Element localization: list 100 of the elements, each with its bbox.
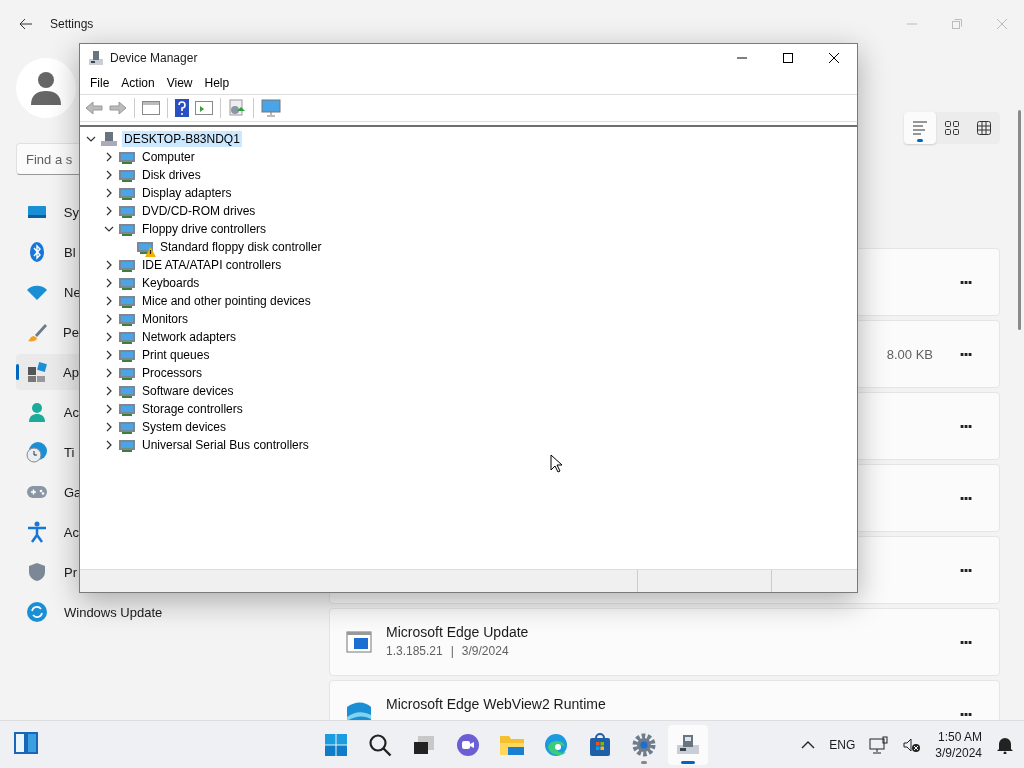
- tree-item[interactable]: Software devices: [140, 383, 236, 399]
- tree-item[interactable]: Monitors: [140, 311, 190, 327]
- maximize-icon: [783, 53, 793, 63]
- tree-item[interactable]: Print queues: [140, 347, 212, 363]
- nav-item[interactable]: Sy: [16, 194, 79, 230]
- more-button[interactable]: ···: [947, 698, 983, 720]
- tree-item[interactable]: Display adapters: [140, 185, 234, 201]
- list-view-icon: [912, 121, 928, 135]
- nav-item[interactable]: Windows Update: [16, 594, 276, 630]
- more-button[interactable]: ···: [947, 482, 983, 514]
- chevron-icon[interactable]: [104, 170, 114, 180]
- nav-item[interactable]: Pr: [16, 554, 79, 590]
- chevron-icon[interactable]: [104, 206, 114, 216]
- more-button[interactable]: ···: [947, 554, 983, 586]
- clock-button[interactable]: 1:50 AM 3/9/2024: [933, 727, 984, 762]
- scan-button[interactable]: [227, 98, 247, 118]
- back-arrow-icon: [85, 101, 103, 115]
- chevron-icon[interactable]: [104, 440, 114, 450]
- close-icon: [996, 19, 1007, 29]
- tree-item[interactable]: Floppy drive controllers: [140, 221, 269, 237]
- chevron-icon[interactable]: [104, 278, 114, 288]
- menu-item[interactable]: View: [160, 73, 199, 93]
- more-button[interactable]: ···: [947, 338, 983, 370]
- clock-icon: [26, 441, 48, 463]
- tree-item[interactable]: DESKTOP-B83NDQ1: [122, 131, 242, 147]
- app-name: Microsoft Edge Update: [386, 624, 530, 640]
- device-icon: [118, 257, 136, 273]
- tree-item[interactable]: Standard floppy disk controller: [158, 239, 324, 255]
- nav-item[interactable]: Ap: [16, 354, 79, 390]
- menu-item[interactable]: Help: [198, 73, 236, 93]
- chevron-icon[interactable]: [104, 386, 114, 396]
- nav-item[interactable]: Bl: [16, 234, 79, 270]
- folder-icon: [499, 733, 525, 756]
- restore-icon: [951, 19, 962, 29]
- chevron-icon[interactable]: [104, 350, 114, 360]
- tree-item[interactable]: Universal Serial Bus controllers: [140, 437, 311, 453]
- tree-item[interactable]: Disk drives: [140, 167, 203, 183]
- app-date: 3/9/2024: [461, 644, 509, 658]
- chevron-icon[interactable]: [104, 422, 114, 432]
- tree-item[interactable]: Computer: [140, 149, 197, 165]
- more-button[interactable]: ···: [947, 626, 983, 658]
- more-button[interactable]: ···: [947, 410, 983, 442]
- window-icon: [142, 100, 160, 116]
- device-icon: [118, 419, 136, 435]
- tree-item[interactable]: DVD/CD-ROM drives: [140, 203, 258, 219]
- network-icon: [869, 735, 890, 754]
- tree-item[interactable]: Keyboards: [140, 275, 202, 291]
- device-icon: [118, 347, 136, 363]
- tree-item[interactable]: System devices: [140, 419, 229, 435]
- computer-icon: [100, 131, 118, 147]
- tree-item[interactable]: Processors: [140, 365, 205, 381]
- edge-icon: [544, 732, 568, 757]
- person-icon: [27, 402, 46, 422]
- nav-item[interactable]: Ti: [16, 434, 79, 470]
- properties-button[interactable]: [141, 99, 161, 117]
- chevron-icon[interactable]: [104, 332, 114, 342]
- chevron-icon[interactable]: [104, 368, 114, 378]
- device-icon: [118, 311, 136, 327]
- language-button[interactable]: ENG: [827, 735, 858, 754]
- help-button[interactable]: [174, 98, 190, 118]
- app-version: 1.3.185.21: [386, 644, 443, 658]
- back-arrow-icon: [19, 18, 33, 30]
- chevron-icon[interactable]: [104, 404, 114, 414]
- tree-item[interactable]: Mice and other pointing devices: [140, 293, 313, 309]
- wifi-icon: [26, 284, 48, 300]
- close-icon: [829, 53, 839, 63]
- device-icon: [118, 383, 136, 399]
- chevron-icon[interactable]: [86, 134, 96, 144]
- more-button[interactable]: ···: [947, 266, 983, 298]
- nav-item[interactable]: Pe: [16, 314, 79, 350]
- tree-item[interactable]: Network adapters: [140, 329, 239, 345]
- chevron-icon[interactable]: [104, 260, 114, 270]
- view-button[interactable]: [194, 99, 214, 117]
- device-icon: [118, 293, 136, 309]
- nav-item[interactable]: Ac: [16, 514, 79, 550]
- start-icon: [324, 732, 348, 757]
- scrollbar[interactable]: [1018, 110, 1021, 330]
- search-field[interactable]: Find a s: [16, 143, 79, 175]
- help-icon: [175, 99, 189, 117]
- chevron-icon[interactable]: [104, 296, 114, 306]
- tree-item[interactable]: IDE ATA/ATAPI controllers: [140, 257, 284, 273]
- device-icon: [118, 275, 136, 291]
- device-manager-icon: [88, 50, 104, 66]
- tree-item[interactable]: Storage controllers: [140, 401, 245, 417]
- device-icon: [118, 185, 136, 201]
- meta-separator: |: [450, 644, 454, 658]
- menu-item[interactable]: Action: [115, 73, 161, 93]
- nav-item[interactable]: Ac: [16, 394, 79, 430]
- chevron-icon[interactable]: [104, 224, 114, 234]
- menu-item[interactable]: File: [84, 73, 116, 93]
- monitor-button[interactable]: [260, 98, 282, 118]
- shield-icon: [28, 562, 46, 582]
- chevron-icon[interactable]: [104, 314, 114, 324]
- search-icon: [368, 732, 392, 757]
- app-size: 8.00 KB: [886, 346, 933, 362]
- view-toggle[interactable]: [904, 112, 936, 144]
- chevron-icon[interactable]: [104, 152, 114, 162]
- app-window-icon: [346, 631, 372, 653]
- device-icon: [118, 401, 136, 417]
- chevron-icon[interactable]: [104, 188, 114, 198]
